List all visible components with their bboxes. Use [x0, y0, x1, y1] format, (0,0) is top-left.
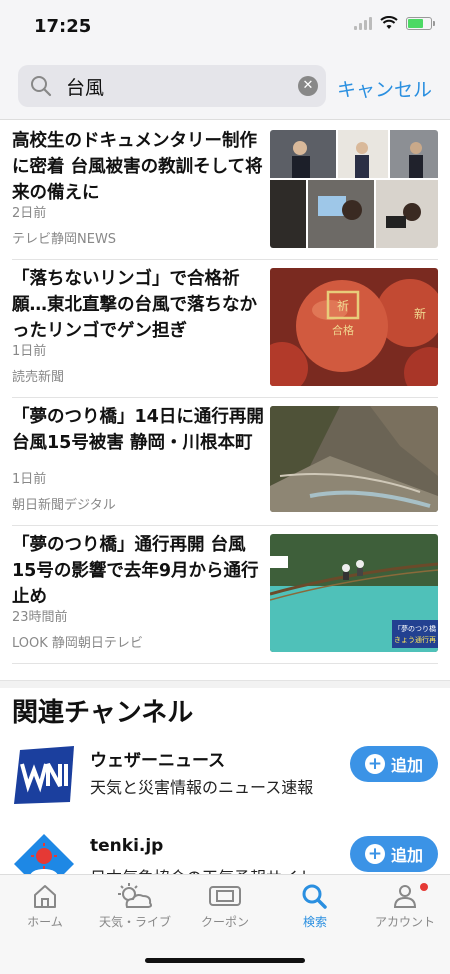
plus-icon: + [364, 844, 385, 864]
status-time: 17:25 [34, 16, 92, 37]
status-bar: 17:25 [0, 0, 450, 52]
weathernews-logo-icon [12, 742, 76, 806]
news-thumbnail [270, 130, 438, 248]
news-source: テレビ静岡NEWS [12, 232, 117, 247]
plus-icon: + [364, 754, 385, 774]
news-date: 23時間前 [12, 610, 68, 625]
add-label: 追加 [390, 846, 423, 865]
svg-text:「夢のつり橋: 「夢のつり橋 [394, 624, 436, 633]
status-icons [354, 16, 435, 30]
tab-label: 天気・ライブ [98, 915, 171, 929]
search-bar: ✕ キャンセル [0, 52, 450, 120]
news-item[interactable]: 「夢のつり橋」14日に通行再開 台風15号被害 静岡・川根本町 1日前 朝日新聞… [12, 398, 438, 526]
add-channel-button[interactable]: + 追加 [350, 836, 438, 872]
svg-text:きょう通行再: きょう通行再 [394, 635, 436, 644]
news-thumbnail [270, 406, 438, 512]
wifi-icon [380, 16, 398, 29]
add-channel-button[interactable]: + 追加 [350, 746, 438, 782]
tab-weather-live[interactable]: 天気・ライブ [90, 883, 180, 930]
svg-text:新: 新 [414, 306, 426, 321]
news-source: LOOK 静岡朝日テレビ [12, 636, 143, 651]
search-tab-icon [302, 884, 327, 909]
section-heading: 関連チャンネル [12, 698, 194, 728]
tab-coupon[interactable]: クーポン [180, 883, 270, 930]
cellular-signal-icon [354, 16, 372, 30]
section-divider [0, 680, 450, 688]
tab-label: ホーム [27, 915, 63, 929]
channel-item[interactable]: ウェザーニュース 天気と災害情報のニュース速報 + 追加 [12, 732, 438, 822]
news-thumbnail: 「夢のつり橋 きょう通行再 [270, 534, 438, 652]
news-source: 朝日新聞デジタル [12, 498, 116, 513]
tab-label: 検索 [302, 915, 327, 929]
tab-label: クーポン [200, 915, 249, 929]
tab-label: アカウント [374, 915, 435, 929]
home-icon [34, 885, 56, 908]
sun-cloud-icon [118, 883, 152, 908]
cancel-button[interactable]: キャンセル [337, 75, 432, 102]
account-icon [393, 885, 417, 908]
channel-name: tenki.jp [90, 836, 164, 856]
news-title: 「夢のつり橋」通行再開 台風15号の影響で去年9月から通行止め [12, 535, 259, 607]
news-title: 高校生のドキュメンタリー制作に密着 台風被害の教訓そして将来の備えに [12, 131, 263, 203]
coupon-icon [209, 886, 241, 906]
channel-description: 天気と災害情報のニュース速報 [90, 778, 314, 797]
channel-name: ウェザーニュース [90, 751, 226, 771]
svg-text:祈: 祈 [337, 299, 349, 313]
news-list: 高校生のドキュメンタリー制作に密着 台風被害の教訓そして将来の備えに 2日前 テ… [0, 122, 450, 664]
news-title: 「夢のつり橋」14日に通行再開 台風15号被害 静岡・川根本町 [12, 407, 264, 453]
news-thumbnail: 祈 合格 新 [270, 268, 438, 386]
news-title: 「落ちないリンゴ」で合格祈願…東北直撃の台風で落ちなかったリンゴでゲン担ぎ [12, 269, 257, 341]
home-indicator [145, 958, 305, 963]
news-source: 読売新聞 [12, 370, 65, 385]
tab-home[interactable]: ホーム [0, 883, 90, 930]
news-item[interactable]: 「落ちないリンゴ」で合格祈願…東北直撃の台風で落ちなかったリンゴでゲン担ぎ 1日… [12, 260, 438, 398]
news-date: 1日前 [12, 472, 47, 487]
add-label: 追加 [390, 756, 423, 775]
news-date: 2日前 [12, 206, 47, 221]
search-input[interactable] [66, 71, 286, 101]
clear-search-icon[interactable]: ✕ [298, 76, 318, 96]
news-item[interactable]: 「夢のつり橋」通行再開 台風15号の影響で去年9月から通行止め 23時間前 LO… [12, 526, 438, 664]
svg-text:合格: 合格 [332, 323, 354, 337]
search-field[interactable]: ✕ [18, 65, 326, 107]
battery-icon [406, 16, 435, 30]
tab-search[interactable]: 検索 [270, 883, 360, 930]
tab-account[interactable]: アカウント [360, 883, 450, 930]
news-date: 1日前 [12, 344, 47, 359]
notification-badge [420, 883, 428, 891]
search-icon [31, 76, 52, 97]
news-item[interactable]: 高校生のドキュメンタリー制作に密着 台風被害の教訓そして将来の備えに 2日前 テ… [12, 122, 438, 260]
